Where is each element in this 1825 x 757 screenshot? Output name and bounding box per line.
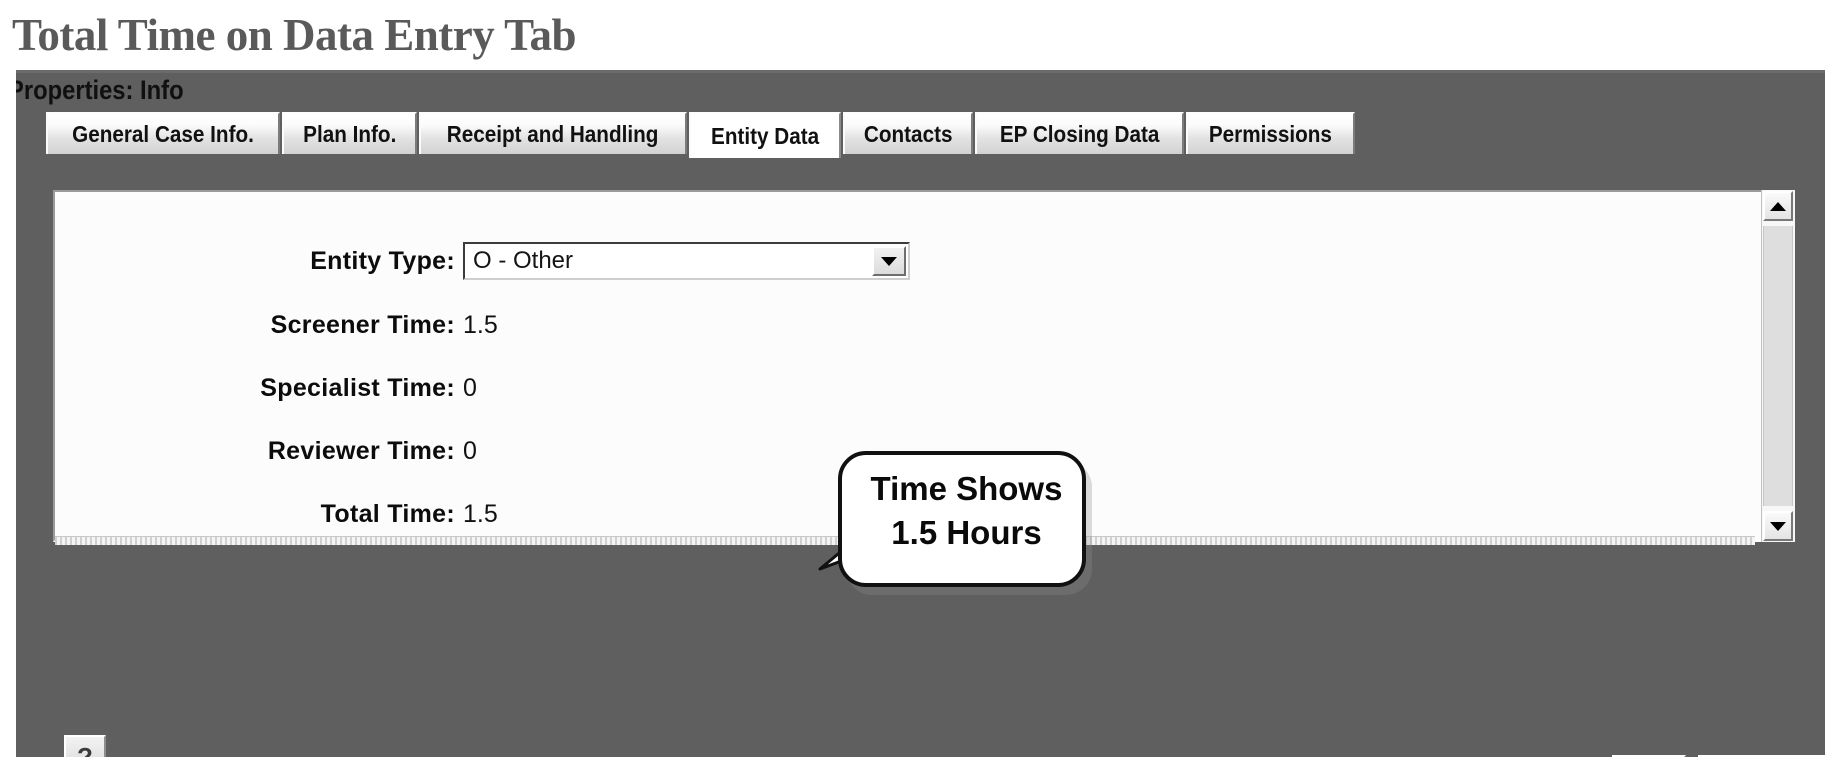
form-row-total-time: Total Time: 1.5 [225, 497, 498, 531]
dialog-titlebar: Properties: Info [16, 73, 1825, 109]
tab-label: Contacts [863, 120, 953, 147]
entity-type-select[interactable]: O - Other [463, 242, 910, 280]
reviewer-time-label: Reviewer Time: [267, 436, 455, 465]
chevron-down-icon [881, 256, 897, 266]
scrollbar-track[interactable] [1763, 226, 1793, 506]
tab-label: EP Closing Data [1000, 120, 1160, 147]
entity-data-panel: Entity Type: O - Other Screener Time: 1.… [53, 190, 1795, 542]
tab-label: Entity Data [710, 122, 819, 149]
entity-type-value: O - Other [473, 247, 574, 274]
total-time-label: Total Time: [320, 499, 455, 528]
help-button[interactable]: ? [64, 735, 106, 757]
tab-label: Plan Info. [303, 120, 397, 147]
vertical-scrollbar[interactable] [1761, 190, 1795, 542]
reviewer-time-value: 0 [463, 436, 477, 465]
screener-time-value: 1.5 [463, 310, 498, 339]
entity-type-dropdown-button[interactable] [872, 246, 906, 276]
tab-general-case-info[interactable]: General Case Info. [46, 112, 280, 154]
tab-label: Receipt and Handling [447, 120, 659, 147]
scroll-up-arrow-icon [1770, 201, 1786, 211]
tab-entity-data[interactable]: Entity Data [688, 112, 841, 158]
properties-dialog: Properties: Info General Case Info. Plan… [16, 70, 1825, 757]
tab-permissions[interactable]: Permissions [1186, 112, 1356, 154]
scroll-down-button[interactable] [1763, 511, 1793, 541]
tab-strip: General Case Info. Plan Info. Receipt an… [46, 110, 1356, 158]
tab-plan-info[interactable]: Plan Info. [281, 112, 418, 154]
total-time-value: 1.5 [463, 499, 498, 528]
tab-label: General Case Info. [72, 120, 254, 147]
scroll-up-button[interactable] [1763, 191, 1793, 221]
form-row-entity-type: Entity Type: O - Other [225, 242, 910, 280]
specialist-time-value: 0 [463, 373, 477, 402]
form-row-reviewer-time: Reviewer Time: 0 [225, 434, 477, 468]
specialist-time-label: Specialist Time: [260, 373, 455, 402]
tab-receipt-and-handling[interactable]: Receipt and Handling [419, 112, 687, 154]
tab-label: Permissions [1209, 120, 1333, 147]
dialog-title: Properties: Info [16, 75, 184, 105]
entity-type-label: Entity Type: [310, 246, 455, 275]
panel-bottom-edge [55, 536, 1755, 545]
tab-contacts[interactable]: Contacts [842, 112, 974, 154]
form-row-screener-time: Screener Time: 1.5 [225, 308, 498, 342]
scroll-down-arrow-icon [1770, 521, 1786, 531]
page-title: Total Time on Data Entry Tab [12, 10, 577, 60]
form-row-specialist-time: Specialist Time: 0 [225, 371, 477, 405]
tab-ep-closing-data[interactable]: EP Closing Data [975, 112, 1185, 154]
screener-time-label: Screener Time: [270, 310, 455, 339]
